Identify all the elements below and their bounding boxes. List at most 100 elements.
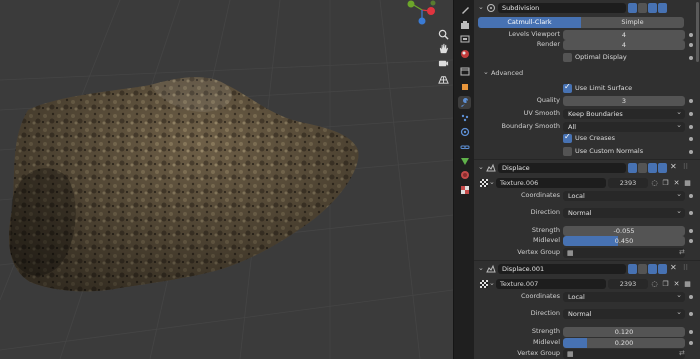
3d-viewport[interactable] xyxy=(0,0,453,359)
collection-tab-icon[interactable] xyxy=(458,64,471,77)
keyframe-dot-icon[interactable] xyxy=(689,56,693,60)
keyframe-dot-icon[interactable] xyxy=(689,150,693,154)
collapse-arrow-icon[interactable]: ⌄ xyxy=(478,3,484,11)
vertex-group-field[interactable]: ▦ xyxy=(563,248,685,258)
physics-tab-icon[interactable] xyxy=(458,125,471,138)
midlevel-slider[interactable]: 0.450 xyxy=(563,236,685,246)
boundary-smooth-dropdown[interactable]: All xyxy=(563,120,685,132)
strength-field[interactable]: 0.120 xyxy=(563,327,685,337)
world-tab-icon[interactable] xyxy=(458,47,471,60)
quality-field[interactable]: 3 xyxy=(563,96,685,106)
texture-properties-icon[interactable]: ▦ xyxy=(683,279,692,289)
collapse-arrow-icon[interactable]: ⌄ xyxy=(478,264,484,272)
object-tab-icon[interactable] xyxy=(458,80,471,93)
unlink-icon[interactable]: ✕ xyxy=(672,279,681,289)
keyframe-dot-icon[interactable] xyxy=(689,194,693,198)
close-icon[interactable]: ✕ xyxy=(670,162,677,171)
texture-preview-icon[interactable] xyxy=(480,280,488,288)
pan-hand-icon[interactable] xyxy=(436,41,450,55)
grid-perspective-icon[interactable] xyxy=(436,72,450,86)
duplicate-icon[interactable]: ❐ xyxy=(661,279,670,289)
edit-mode-toggle-icon[interactable] xyxy=(628,163,637,173)
use-custom-normals-checkbox[interactable] xyxy=(563,147,572,156)
subdivision-modifier-header[interactable]: ⌄ Subdivision xyxy=(476,1,698,15)
midlevel-slider[interactable]: 0.200 xyxy=(563,338,685,348)
texture-users-count[interactable]: 2393 xyxy=(608,178,648,188)
keyframe-dot-icon[interactable] xyxy=(689,99,693,103)
cage-toggle-icon[interactable] xyxy=(638,163,647,173)
modifier-wrench-tab-icon[interactable] xyxy=(458,96,471,109)
fake-user-shield-icon[interactable]: ◌ xyxy=(650,279,659,289)
texture-users-count[interactable]: 2393 xyxy=(608,279,648,289)
material-tab-icon[interactable] xyxy=(458,168,471,181)
duplicate-icon[interactable]: ❐ xyxy=(661,178,670,188)
render-toggle-icon[interactable] xyxy=(658,163,667,173)
cage-toggle-icon[interactable] xyxy=(638,3,647,13)
optimal-display-checkbox[interactable] xyxy=(563,53,572,62)
camera-view-icon[interactable] xyxy=(436,56,450,70)
texture-name-field[interactable]: Texture.007 xyxy=(496,279,606,289)
chevron-down-icon[interactable]: ⌄ xyxy=(489,279,495,287)
tab-catmull-clark[interactable]: Catmull-Clark xyxy=(478,17,581,28)
keyframe-dot-icon[interactable] xyxy=(689,239,693,243)
viewport-display-toggle-icon[interactable] xyxy=(648,264,657,274)
vertex-group-field[interactable]: ▦ xyxy=(563,349,685,359)
displace-modifier-header[interactable]: ⌄ Displace ✕ ⁝⁝ xyxy=(476,161,698,175)
drag-handle-icon[interactable]: ⁝⁝ xyxy=(683,263,688,272)
modifier-name-field[interactable]: Subdivision xyxy=(498,3,626,13)
keyframe-dot-icon[interactable] xyxy=(689,295,693,299)
data-tab-icon[interactable] xyxy=(458,154,471,167)
midlevel-label: Midlevel xyxy=(533,236,560,244)
coordinates-dropdown[interactable]: Local xyxy=(563,189,685,201)
zoom-icon[interactable] xyxy=(436,27,450,41)
texture-properties-icon[interactable]: ▦ xyxy=(683,178,692,188)
cage-toggle-icon[interactable] xyxy=(638,264,647,274)
modifier-name-field[interactable]: Displace xyxy=(498,163,626,173)
render-levels-field[interactable]: 4 xyxy=(563,40,685,50)
use-creases-checkbox[interactable] xyxy=(563,132,572,143)
constraints-tab-icon[interactable] xyxy=(458,140,471,153)
use-limit-surface-checkbox[interactable] xyxy=(563,82,572,93)
edit-mode-toggle-icon[interactable] xyxy=(628,264,637,274)
fake-user-shield-icon[interactable]: ◌ xyxy=(650,178,659,188)
unlink-icon[interactable]: ✕ xyxy=(672,178,681,188)
modifier-name-field[interactable]: Displace.001 xyxy=(498,264,626,274)
coordinates-dropdown[interactable]: Local xyxy=(563,290,685,302)
texture-name-field[interactable]: Texture.006 xyxy=(496,178,606,188)
texture-tab-icon[interactable] xyxy=(458,183,471,196)
drag-handle-icon[interactable]: ⁝⁝ xyxy=(683,162,688,171)
direction-dropdown[interactable]: Normal xyxy=(563,307,685,319)
particles-tab-icon[interactable] xyxy=(458,111,471,124)
keyframe-dot-icon[interactable] xyxy=(689,211,693,215)
render-toggle-icon[interactable] xyxy=(658,3,667,13)
keyframe-dot-icon[interactable] xyxy=(689,312,693,316)
properties-scrollbar[interactable] xyxy=(696,2,699,62)
keyframe-dot-icon[interactable] xyxy=(689,229,693,233)
tab-simple[interactable]: Simple xyxy=(581,17,684,28)
render-toggle-icon[interactable] xyxy=(658,264,667,274)
displace-001-modifier-header[interactable]: ⌄ Displace.001 ✕ ⁝⁝ xyxy=(476,262,698,276)
keyframe-dot-icon[interactable] xyxy=(689,330,693,334)
collapse-arrow-icon[interactable]: ⌄ xyxy=(478,163,484,171)
viewport-display-toggle-icon[interactable] xyxy=(648,3,657,13)
tool-tab-icon[interactable] xyxy=(458,3,471,16)
uv-smooth-dropdown[interactable]: Keep Boundaries xyxy=(563,107,685,119)
invert-arrows-icon[interactable]: ⇄ xyxy=(679,248,685,256)
invert-arrows-icon[interactable]: ⇄ xyxy=(679,349,685,357)
advanced-subpanel-header[interactable]: ⌄ Advanced xyxy=(474,68,700,80)
navigation-gizmo[interactable] xyxy=(400,0,442,26)
render-tab-icon[interactable] xyxy=(458,18,471,31)
keyframe-dot-icon[interactable] xyxy=(689,341,693,345)
keyframe-dot-icon[interactable] xyxy=(689,43,693,47)
edit-mode-toggle-icon[interactable] xyxy=(628,3,637,13)
close-icon[interactable]: ✕ xyxy=(670,263,677,272)
viewport-display-toggle-icon[interactable] xyxy=(648,163,657,173)
keyframe-dot-icon[interactable] xyxy=(689,33,693,37)
keyframe-dot-icon[interactable] xyxy=(689,125,693,129)
keyframe-dot-icon[interactable] xyxy=(689,112,693,116)
chevron-down-icon[interactable]: ⌄ xyxy=(489,178,495,186)
output-tab-icon[interactable] xyxy=(458,32,471,45)
direction-dropdown[interactable]: Normal xyxy=(563,206,685,218)
keyframe-dot-icon[interactable] xyxy=(689,137,693,141)
texture-preview-icon[interactable] xyxy=(480,179,488,187)
